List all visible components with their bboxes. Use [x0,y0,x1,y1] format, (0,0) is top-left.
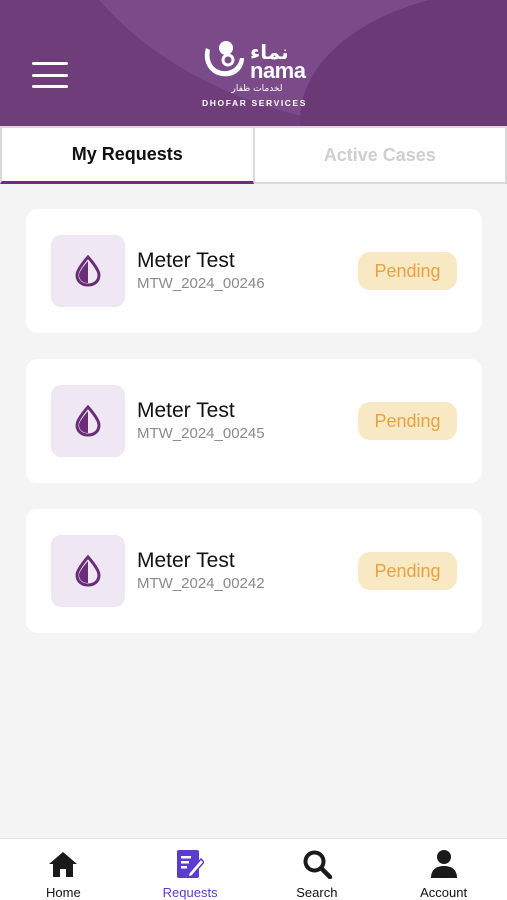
logo-latin-text: nama [250,58,306,83]
app-header: نماء nama لخدمات ظفار DHOFAR SERVICES [0,0,507,126]
request-card[interactable]: Meter Test MTW_2024_00245 Pending [26,359,482,483]
status-badge: Pending [358,402,457,440]
hamburger-menu-icon[interactable] [28,58,72,92]
nav-home-label: Home [46,885,81,900]
water-drop-icon [51,535,125,607]
requests-icon [173,847,207,881]
nav-search-label: Search [296,885,338,900]
request-title: Meter Test [137,249,235,272]
logo-subtitle: DHOFAR SERVICES [202,98,308,108]
nav-home[interactable]: Home [0,839,127,900]
request-code: MTW_2024_00245 [137,425,265,442]
nama-logo: نماء nama لخدمات ظفار DHOFAR SERVICES [200,38,312,110]
home-icon [46,847,80,881]
request-card[interactable]: Meter Test MTW_2024_00246 Pending [26,209,482,333]
request-code: MTW_2024_00242 [137,575,265,592]
nav-requests[interactable]: Requests [127,839,254,900]
water-drop-icon [51,385,125,457]
request-code: MTW_2024_00246 [137,275,265,292]
account-icon [427,847,461,881]
request-title: Meter Test [137,549,235,572]
tab-active-cases[interactable]: Active Cases [253,126,507,184]
nav-search[interactable]: Search [254,839,381,900]
request-title: Meter Test [137,399,235,422]
nama-logo-mark-icon [204,41,244,77]
status-badge: Pending [358,252,457,290]
search-icon [300,847,334,881]
nav-account-label: Account [420,885,468,900]
nav-account[interactable]: Account [380,839,507,900]
request-card[interactable]: Meter Test MTW_2024_00242 Pending [26,509,482,633]
request-tabs: My Requests Active Cases [0,126,507,184]
water-drop-icon [51,235,125,307]
bottom-navigation: Home Requests Search Account [0,838,507,900]
tab-my-requests[interactable]: My Requests [0,126,254,184]
request-list: Meter Test MTW_2024_00246 Pending Meter … [26,209,482,659]
logo-arabic-subtitle: لخدمات ظفار [231,84,283,94]
nav-requests-label: Requests [162,885,218,900]
status-badge: Pending [358,552,457,590]
